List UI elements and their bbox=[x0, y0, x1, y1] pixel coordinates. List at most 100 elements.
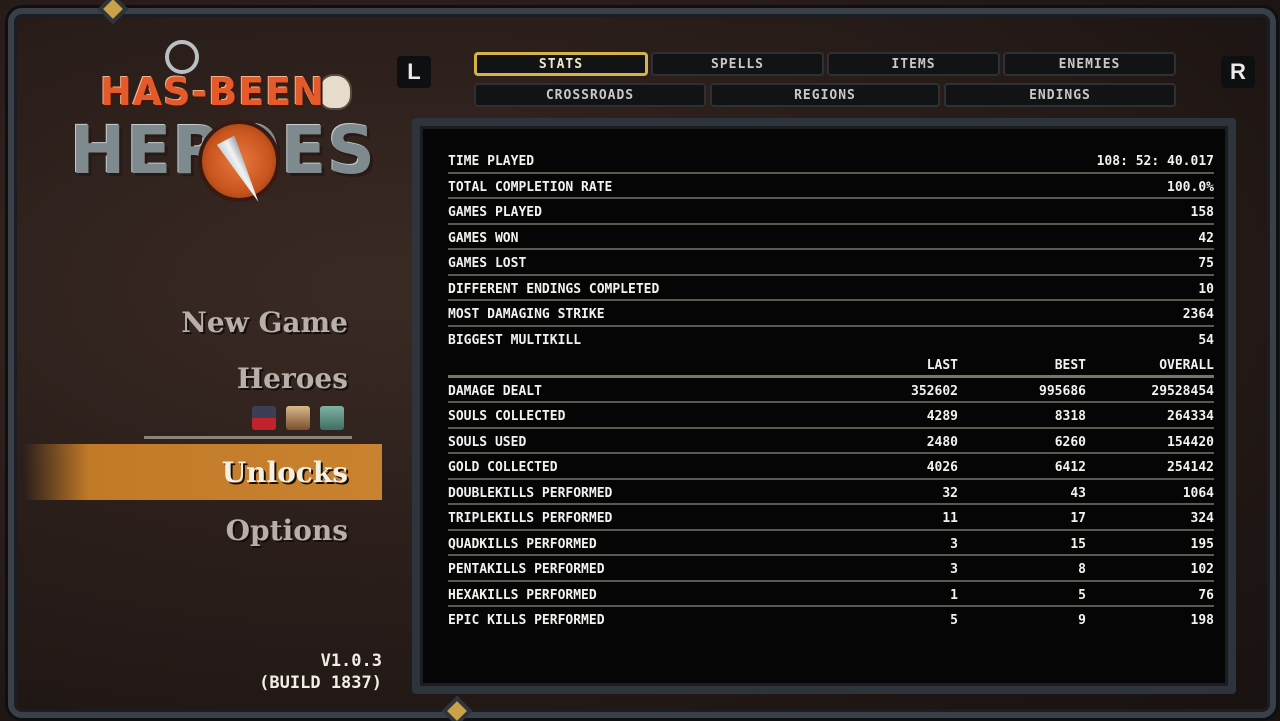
stat-overall: 76 bbox=[1198, 587, 1214, 603]
stat-overall: 324 bbox=[1190, 511, 1214, 526]
stat-best: 43 bbox=[1070, 485, 1086, 501]
stat-label: EPIC KILLS PERFORMED bbox=[448, 613, 605, 628]
stat-row: TOTAL COMPLETION RATE 100.0% bbox=[448, 174, 1214, 199]
menu-item-new-game[interactable]: New Game bbox=[181, 306, 348, 339]
stat-row: GAMES PLAYED 158 bbox=[448, 199, 1214, 225]
stat-label: DIFFERENT ENDINGS COMPLETED bbox=[448, 281, 660, 297]
stat-row: QUADKILLS PERFORMED 3 15 195 bbox=[448, 531, 1214, 556]
tab-enemies[interactable]: ENEMIES bbox=[1003, 52, 1176, 76]
logo-line-1: HAS-BEEN bbox=[100, 70, 326, 114]
stat-last: 5 bbox=[950, 613, 958, 628]
stat-row: MOST DAMAGING STRIKE 2364 bbox=[448, 301, 1214, 327]
stat-best: 5 bbox=[1078, 587, 1086, 603]
tab-items[interactable]: ITEMS bbox=[827, 52, 1000, 76]
tab-spells[interactable]: SPELLS bbox=[651, 52, 824, 76]
game-logo: HAS-BEEN HEROES bbox=[70, 40, 375, 210]
stat-overall: 198 bbox=[1190, 613, 1214, 628]
right-shoulder-button[interactable]: R bbox=[1221, 56, 1255, 88]
stat-row: DOUBLEKILLS PERFORMED 32 43 1064 bbox=[448, 480, 1214, 505]
tab-stats[interactable]: STATS bbox=[474, 52, 648, 76]
stat-best: 8 bbox=[1078, 562, 1086, 577]
stat-overall: 254142 bbox=[1167, 460, 1214, 475]
column-header-best: BEST bbox=[1054, 358, 1086, 373]
stat-label: DOUBLEKILLS PERFORMED bbox=[448, 485, 613, 501]
stat-label: GOLD COLLECTED bbox=[448, 460, 558, 475]
ring-icon bbox=[165, 40, 199, 74]
stat-row: GAMES LOST 75 bbox=[448, 250, 1214, 276]
column-header-last: LAST bbox=[926, 358, 958, 373]
stat-row: SOULS USED 2480 6260 154420 bbox=[448, 429, 1214, 454]
stat-value: 2364 bbox=[1182, 307, 1214, 322]
hero-portrait-icon bbox=[252, 406, 276, 430]
stat-value: 75 bbox=[1198, 256, 1214, 271]
stat-last: 352602 bbox=[911, 383, 958, 399]
stat-value: 54 bbox=[1198, 332, 1214, 348]
menu-item-unlocks[interactable]: Unlocks bbox=[222, 456, 348, 489]
stat-overall: 154420 bbox=[1167, 434, 1214, 450]
stats-column-header: LAST BEST OVERALL bbox=[448, 352, 1214, 378]
stat-value: 108: 52: 40.017 bbox=[1096, 154, 1214, 169]
stat-last: 3 bbox=[950, 536, 958, 552]
version-info: V1.0.3 (BUILD 1837) bbox=[240, 650, 382, 694]
column-header-overall: OVERALL bbox=[1159, 358, 1214, 373]
stat-row: EPIC KILLS PERFORMED 5 9 198 bbox=[448, 607, 1214, 633]
stats-table: TIME PLAYED 108: 52: 40.017 TOTAL COMPLET… bbox=[448, 148, 1214, 633]
stat-label: SOULS COLLECTED bbox=[448, 409, 566, 424]
stat-value: 10 bbox=[1198, 281, 1214, 297]
stat-row: DIFFERENT ENDINGS COMPLETED 10 bbox=[448, 276, 1214, 301]
menu-item-heroes[interactable]: Heroes bbox=[237, 362, 348, 395]
stat-label: DAMAGE DEALT bbox=[448, 383, 542, 399]
stat-row: HEXAKILLS PERFORMED 1 5 76 bbox=[448, 582, 1214, 607]
stat-best: 9 bbox=[1078, 613, 1086, 628]
stat-best: 15 bbox=[1070, 536, 1086, 552]
stat-label: GAMES LOST bbox=[448, 256, 527, 271]
stat-best: 8318 bbox=[1054, 409, 1086, 424]
version-number: V1.0.3 bbox=[320, 651, 382, 671]
tab-regions[interactable]: REGIONS bbox=[710, 83, 940, 107]
stat-row: GAMES WON 42 bbox=[448, 225, 1214, 250]
stat-best: 6412 bbox=[1054, 460, 1086, 475]
stat-best: 17 bbox=[1070, 511, 1086, 526]
stat-label: GAMES PLAYED bbox=[448, 205, 542, 220]
stat-last: 2480 bbox=[926, 434, 958, 450]
stat-label: PENTAKILLS PERFORMED bbox=[448, 562, 605, 577]
hero-portraits bbox=[252, 406, 344, 430]
stat-label: MOST DAMAGING STRIKE bbox=[448, 307, 605, 322]
stat-label: SOULS USED bbox=[448, 434, 527, 450]
stat-last: 4026 bbox=[926, 460, 958, 475]
stat-last: 32 bbox=[942, 485, 958, 501]
stat-row: SOULS COLLECTED 4289 8318 264334 bbox=[448, 403, 1214, 429]
stat-best: 995686 bbox=[1039, 383, 1086, 399]
hero-portrait-icon bbox=[320, 406, 344, 430]
menu-item-options[interactable]: Options bbox=[226, 514, 348, 547]
hero-portrait-icon bbox=[286, 406, 310, 430]
stat-label: GAMES WON bbox=[448, 230, 519, 246]
stat-best: 6260 bbox=[1054, 434, 1086, 450]
stat-last: 3 bbox=[950, 562, 958, 577]
stat-label: QUADKILLS PERFORMED bbox=[448, 536, 597, 552]
stat-row: DAMAGE DEALT 352602 995686 29528454 bbox=[448, 378, 1214, 403]
stat-row: BIGGEST MULTIKILL 54 bbox=[448, 327, 1214, 353]
stat-row: TIME PLAYED 108: 52: 40.017 bbox=[448, 148, 1214, 174]
left-shoulder-button[interactable]: L bbox=[397, 56, 431, 88]
stat-last: 11 bbox=[942, 511, 958, 526]
tab-crossroads[interactable]: CROSSROADS bbox=[474, 83, 706, 107]
stat-label: TOTAL COMPLETION RATE bbox=[448, 179, 613, 195]
stat-label: BIGGEST MULTIKILL bbox=[448, 332, 582, 348]
stat-value: 42 bbox=[1198, 230, 1214, 246]
stat-row: PENTAKILLS PERFORMED 3 8 102 bbox=[448, 556, 1214, 582]
stat-overall: 195 bbox=[1190, 536, 1214, 552]
stat-value: 100.0% bbox=[1167, 179, 1214, 195]
stat-overall: 102 bbox=[1190, 562, 1214, 577]
stat-last: 1 bbox=[950, 587, 958, 603]
stat-label: HEXAKILLS PERFORMED bbox=[448, 587, 597, 603]
menu-divider bbox=[144, 436, 352, 439]
build-number: (BUILD 1837) bbox=[259, 673, 382, 693]
tab-endings[interactable]: ENDINGS bbox=[944, 83, 1176, 107]
stat-row: GOLD COLLECTED 4026 6412 254142 bbox=[448, 454, 1214, 480]
stat-overall: 264334 bbox=[1167, 409, 1214, 424]
stat-overall: 1064 bbox=[1182, 485, 1214, 501]
stat-last: 4289 bbox=[926, 409, 958, 424]
stat-value: 158 bbox=[1190, 205, 1214, 220]
stat-overall: 29528454 bbox=[1151, 383, 1214, 399]
